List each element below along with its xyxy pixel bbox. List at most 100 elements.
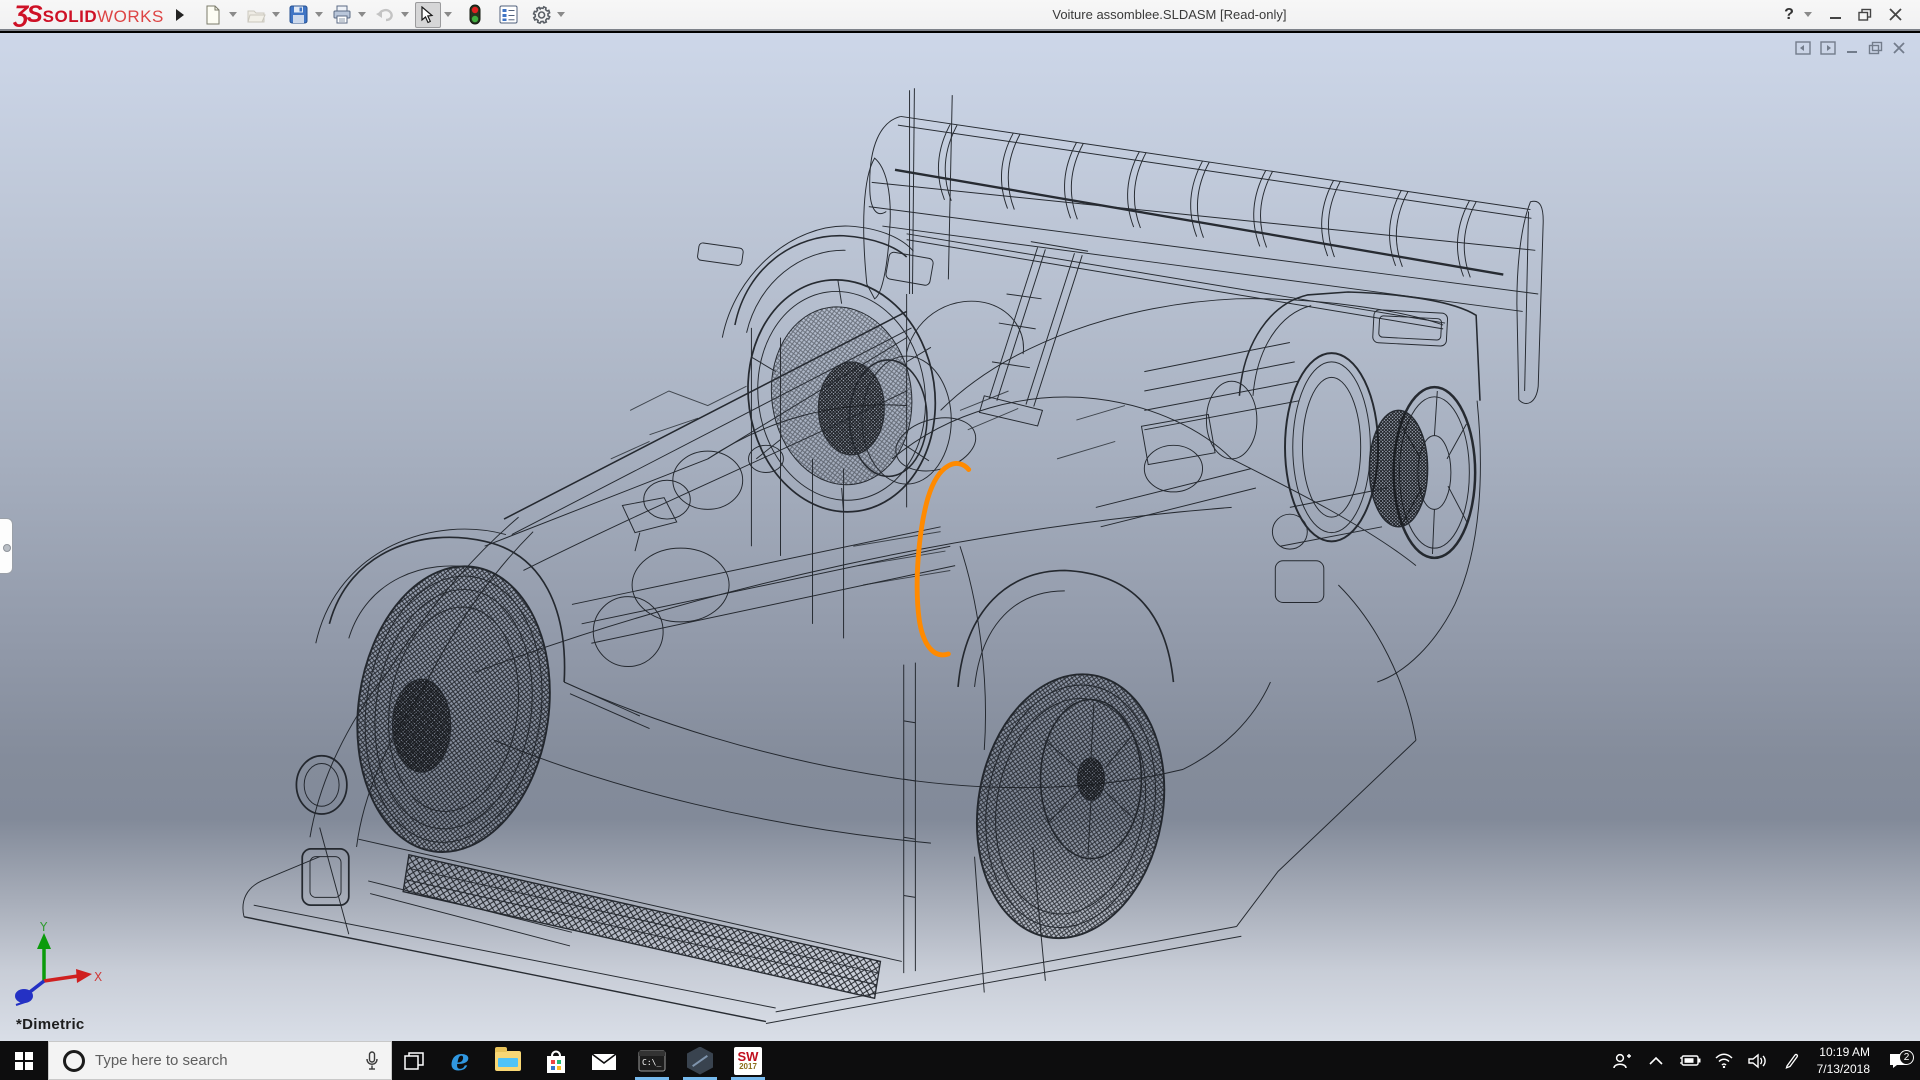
close-document-icon[interactable] [1892,41,1906,55]
store-icon [544,1048,568,1074]
rear-left-wheel [957,570,1185,953]
action-center-button[interactable]: 2 [1876,1052,1920,1070]
file-explorer-icon [495,1051,521,1071]
print-dropdown-icon[interactable] [358,12,366,17]
task-view-button[interactable] [392,1041,436,1080]
command-prompt-icon: C:\_ [638,1050,666,1072]
windows-taskbar: Type here to search e [0,1041,1920,1080]
solidworks-2017-icon: SW 2017 [734,1047,762,1075]
volume-button[interactable] [1741,1041,1775,1080]
orientation-triad: Y X [6,919,106,1015]
help-dropdown-icon[interactable] [1804,12,1812,17]
file-properties-button[interactable] [496,2,522,28]
restore-icon [1858,8,1872,21]
windows-logo-icon [15,1052,33,1070]
taskbar-app-command-prompt[interactable]: C:\_ [628,1041,676,1080]
system-tray: 10:19 AM 7/13/2018 2 [1605,1041,1920,1080]
help-question-icon: ? [1784,6,1794,24]
previous-window-icon[interactable] [1795,41,1811,55]
select-dropdown-icon[interactable] [444,12,452,17]
taskbar-app-edge[interactable]: e [436,1041,484,1080]
hexagon-app-icon [687,1047,713,1075]
rebuild-stoplight-button[interactable] [462,2,488,28]
options-dropdown-icon[interactable] [557,12,565,17]
clock-time: 10:19 AM [1819,1044,1870,1060]
select-cursor-icon [420,6,435,24]
chevron-up-icon [1649,1056,1663,1065]
save-dropdown-icon[interactable] [315,12,323,17]
minimize-document-icon[interactable] [1845,41,1859,55]
graphics-viewport[interactable]: Y X *Dimetric [0,33,1920,1041]
cortana-icon[interactable] [63,1050,85,1072]
logo-zs-glyph: ƷS [14,1,41,29]
clock-date: 7/13/2018 [1817,1061,1870,1077]
logo-solid-text: SOLID [43,7,97,27]
save-floppy-icon [289,5,308,24]
undo-button[interactable] [372,2,398,28]
new-dropdown-icon[interactable] [229,12,237,17]
document-window-controls [1795,41,1906,55]
titlebar: ƷS SOLID WORKS [0,0,1920,31]
restore-document-icon[interactable] [1868,41,1883,55]
new-document-icon [204,5,222,25]
notification-badge: 2 [1899,1050,1914,1065]
start-button[interactable] [0,1041,48,1080]
solidworks-logo: ƷS SOLID WORKS [14,1,164,29]
open-dropdown-icon[interactable] [272,12,280,17]
wireframe-car-model[interactable] [0,33,1920,1041]
open-folder-icon [246,6,266,24]
taskbar-app-hexagon[interactable] [676,1041,724,1080]
next-window-icon[interactable] [1820,41,1836,55]
minimize-button[interactable] [1820,3,1850,27]
view-orientation-label: *Dimetric [16,1016,85,1033]
pen-icon [1784,1052,1800,1069]
close-button[interactable] [1880,3,1910,27]
select-tool-button[interactable] [415,2,441,28]
battery-icon [1679,1054,1701,1067]
quick-access-toolbar [194,0,565,29]
restore-button[interactable] [1850,3,1880,27]
cmd-prompt-text: C:\_ [642,1058,661,1067]
selected-edge-highlight[interactable] [917,463,969,654]
rear-wing [864,88,1544,426]
task-view-icon [404,1052,424,1070]
gear-icon [531,5,551,25]
rear-right-wheels [1144,292,1480,740]
undo-dropdown-icon[interactable] [401,12,409,17]
wifi-icon [1714,1053,1734,1068]
speaker-icon [1748,1053,1767,1069]
power-status-button[interactable] [1673,1041,1707,1080]
triad-x-label: X [94,970,102,984]
taskbar-clock[interactable]: 10:19 AM 7/13/2018 [1817,1044,1870,1076]
edge-icon: e [450,1046,469,1076]
logo-works-text: WORKS [97,7,164,27]
printer-icon [332,5,352,24]
properties-list-icon [499,5,518,24]
open-document-button[interactable] [243,2,269,28]
menu-flyout-arrow-icon[interactable] [176,9,184,21]
taskbar-app-solidworks[interactable]: SW 2017 [724,1041,772,1080]
network-button[interactable] [1707,1041,1741,1080]
people-button[interactable] [1605,1041,1639,1080]
new-document-button[interactable] [200,2,226,28]
window-title: Voiture assomblee.SLDASM [Read-only] [565,7,1774,22]
taskbar-app-store[interactable] [532,1041,580,1080]
people-icon [1612,1052,1632,1070]
mail-icon [591,1051,617,1071]
stoplight-icon [469,4,481,25]
feature-panel-flyout-tab[interactable] [0,518,13,574]
taskbar-search-input[interactable]: Type here to search [48,1041,392,1080]
taskbar-app-mail[interactable] [580,1041,628,1080]
tray-overflow-button[interactable] [1639,1041,1673,1080]
microphone-icon[interactable] [365,1051,379,1071]
minimize-icon [1829,8,1842,21]
options-button[interactable] [528,2,554,28]
help-button[interactable]: ? [1774,3,1804,27]
save-button[interactable] [286,2,312,28]
print-button[interactable] [329,2,355,28]
taskbar-app-file-explorer[interactable] [484,1041,532,1080]
search-placeholder: Type here to search [95,1052,365,1069]
pen-settings-button[interactable] [1775,1041,1809,1080]
close-icon [1889,8,1902,21]
window-controls: ? [1774,3,1910,27]
